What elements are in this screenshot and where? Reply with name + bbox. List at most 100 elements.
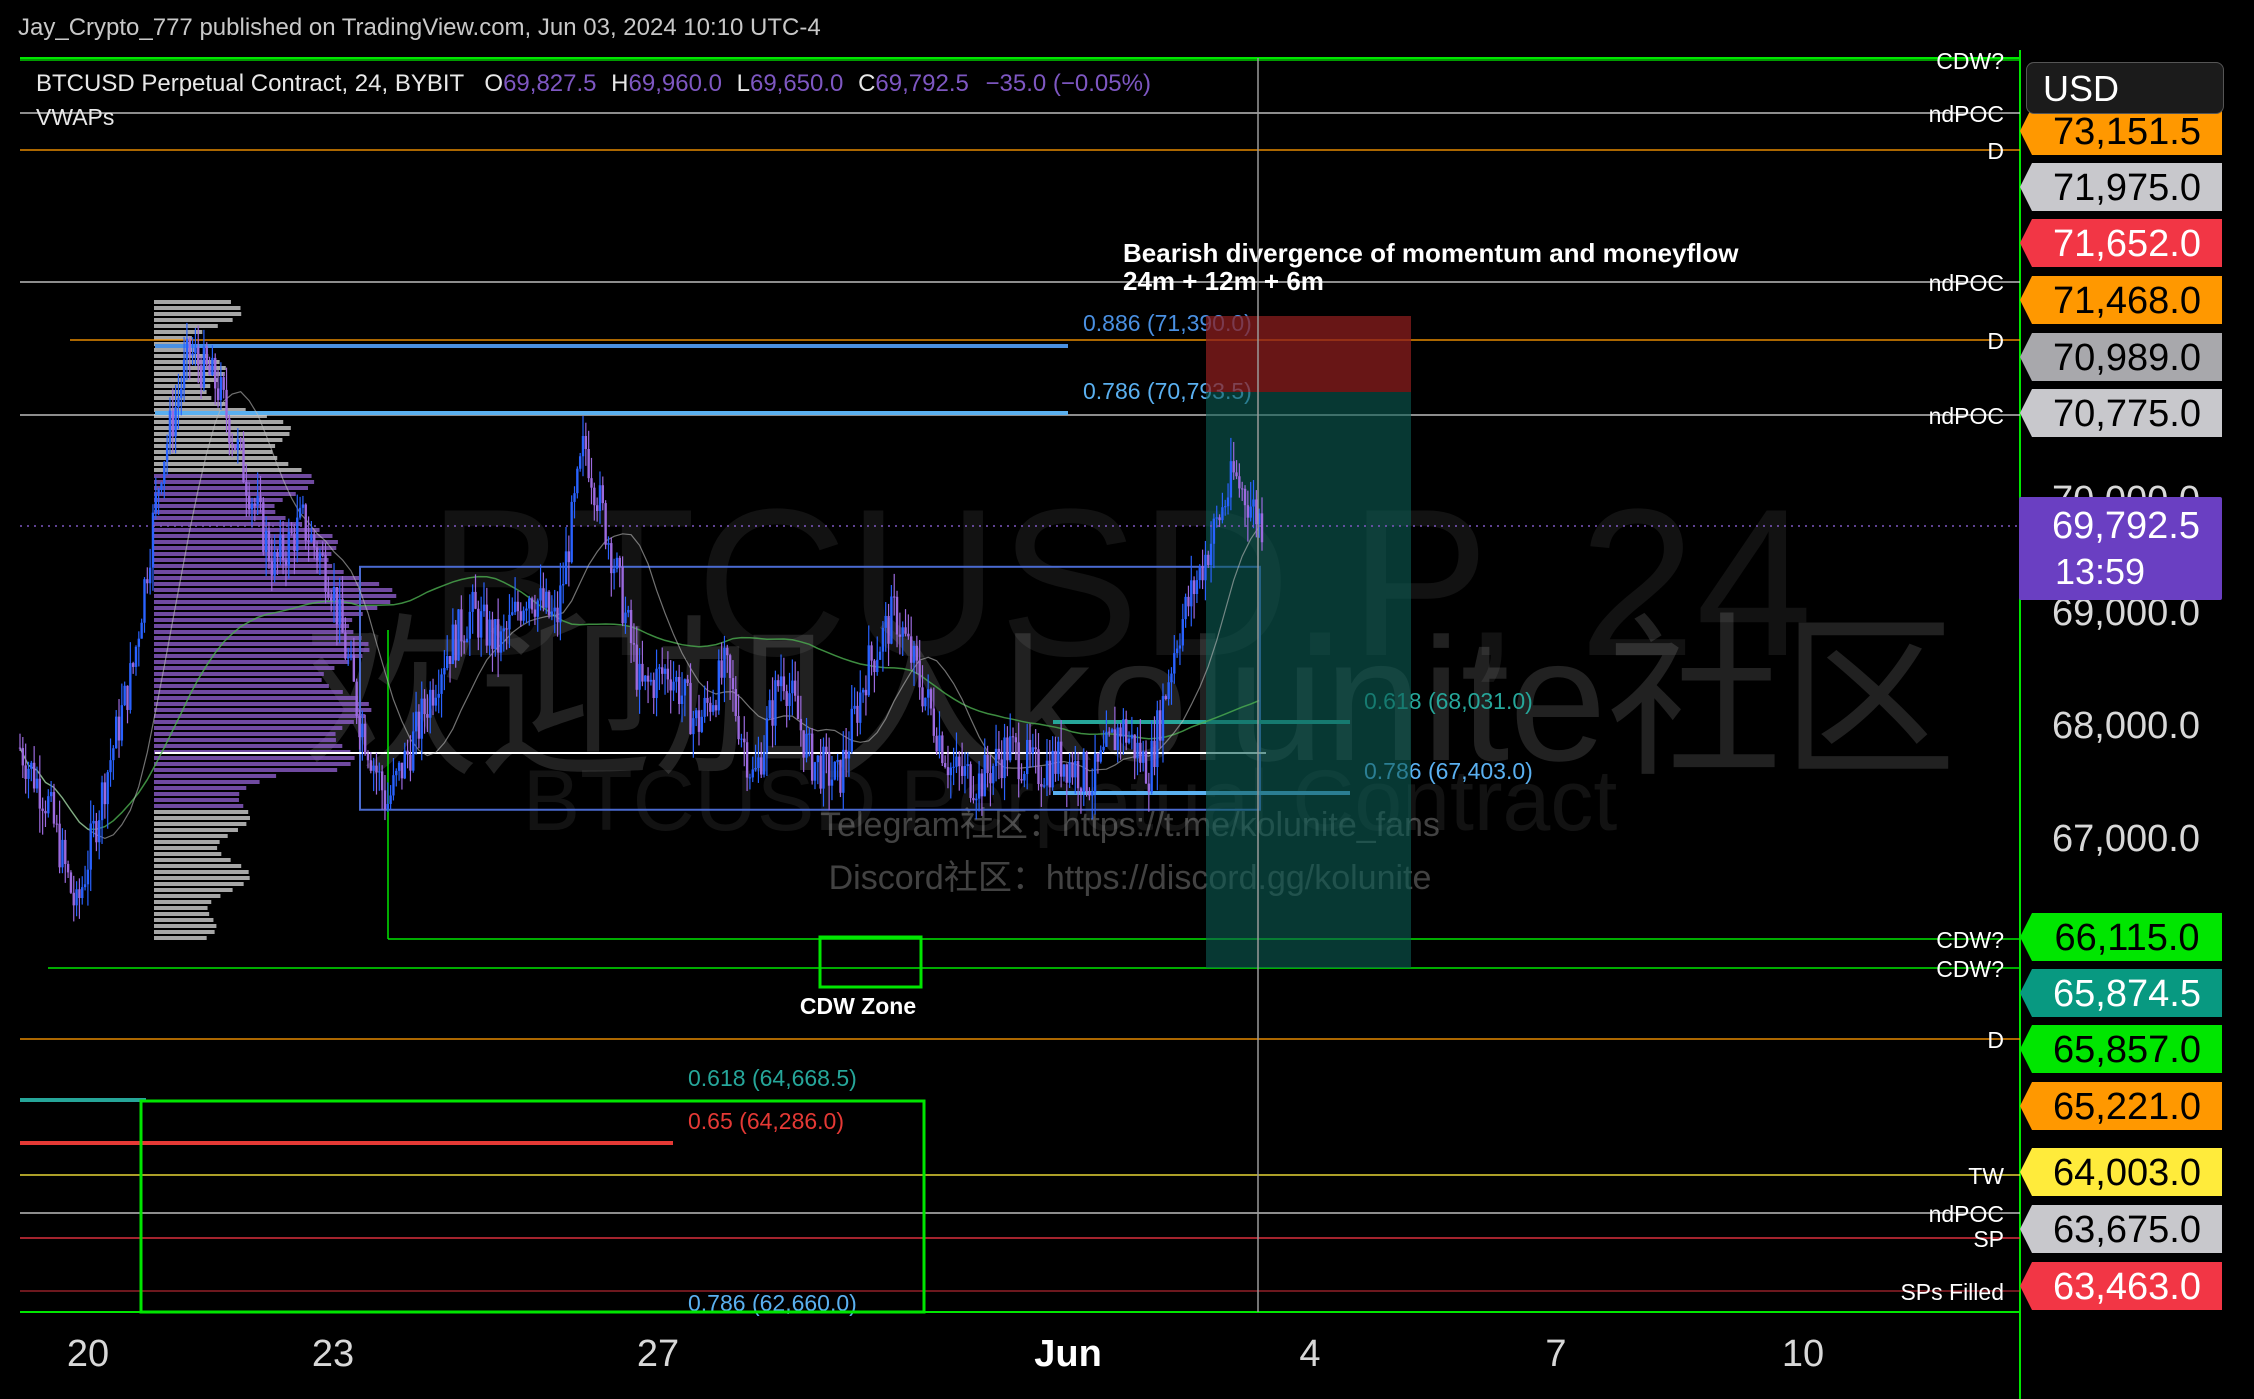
candle-body [567,551,571,563]
candle-body [726,647,729,656]
candle-body [491,619,494,649]
candle-body [324,554,327,592]
level-label: SPs Filled [1900,1279,2004,1305]
indicator-label-vwaps[interactable]: VWAPs [36,104,114,131]
candle-body [208,364,211,376]
profile-bar [154,588,393,592]
candle-body [126,685,129,710]
current-price-value: 69,792.5 [2052,505,2200,547]
change-value: −35.0 (−0.05%) [985,70,1151,97]
x-tick-label: 7 [1545,1333,1566,1375]
candle-body [264,530,268,553]
price-chart[interactable]: BTCUSD.P, 24 BTCUSD Perpetual Contract 欢… [0,0,2254,1399]
candle-body [146,579,149,584]
candle-body [1031,747,1035,754]
candle-body [1068,762,1071,783]
candle-body [321,553,324,555]
candle-body [211,357,214,376]
candle-body [1147,783,1151,793]
candle-body [601,485,605,504]
candle-body [446,656,449,668]
level-label: ndPOC [1929,101,2004,127]
level-label: SP [1973,1226,2004,1252]
candle-body [287,531,290,566]
candle-body [197,347,200,366]
profile-bar [154,834,228,838]
candle-body [1122,719,1125,737]
candle-body [1079,788,1083,792]
candle-body [627,609,630,613]
profile-bar [154,486,309,490]
candle-body [595,505,599,511]
candle-body [844,749,848,759]
candle-body [884,615,887,628]
candle-body [641,663,644,682]
profile-bar [154,600,391,604]
candle-body [361,723,364,738]
profile-bar [154,450,273,454]
candle-body [612,568,616,574]
short-position[interactable] [1206,316,1411,968]
candle-body [117,716,121,741]
candle-body [253,503,257,506]
candle-body [1110,729,1114,733]
cdw-zone-box[interactable] [818,935,923,989]
candle-body [429,689,432,718]
candle-body [151,512,155,568]
candle-body [355,681,358,716]
candle-body [1201,566,1204,581]
profile-bar [154,816,250,820]
candle-body [24,765,27,779]
candle-body [267,530,271,562]
candle-body [805,733,808,758]
level-label: CDW? [1936,956,2004,982]
currency-button[interactable]: USD [2026,62,2224,114]
candle-body [578,456,582,469]
candle-body [958,756,961,767]
candle-body [1003,737,1006,779]
candle-body [573,493,576,502]
candle-body [21,748,25,766]
candle-body [330,597,333,602]
profile-bar [154,738,336,742]
candle-body [479,611,483,638]
candle-body [205,346,208,365]
profile-bar [154,852,222,856]
level-label: CDW? [1936,927,2004,953]
candle-body [728,655,732,679]
candle-body [839,760,842,793]
candle-body [610,543,613,574]
price-tag-label: 65,857.0 [2053,1029,2201,1071]
candle-body [30,762,33,769]
candle-body [1226,497,1230,507]
candle-body [788,693,791,706]
candle-body [1105,731,1108,747]
profile-bar [154,858,231,862]
candle-body [762,752,766,775]
candle-body [561,584,565,586]
candle-body [485,604,489,646]
candle-body [901,627,904,637]
price-tag-label: 63,675.0 [2053,1209,2201,1251]
candle-body [426,714,429,718]
level-label: TW [1968,1163,2004,1189]
candle-body [335,586,339,625]
candle-body [692,718,695,735]
time-axis[interactable]: 20 23 27 Jun 4 7 10 [67,1333,1824,1375]
symbol-legend[interactable]: BTCUSD Perpetual Contract, 24, BYBIT O69… [36,70,1151,98]
profile-bar [154,774,277,778]
candle-body [440,674,443,694]
candle-body [61,839,64,868]
candle-body [109,760,112,773]
candle-body [1096,753,1100,762]
low-value: 69,650.0 [749,70,844,97]
candle-body [969,764,972,798]
candle-body [774,680,777,726]
candle-body [293,533,296,552]
candle-body [644,675,647,682]
profile-bar [154,456,278,460]
open-key: O [484,70,504,97]
candle-body [137,638,141,647]
candle-body [114,716,118,749]
candle-body [938,735,941,752]
